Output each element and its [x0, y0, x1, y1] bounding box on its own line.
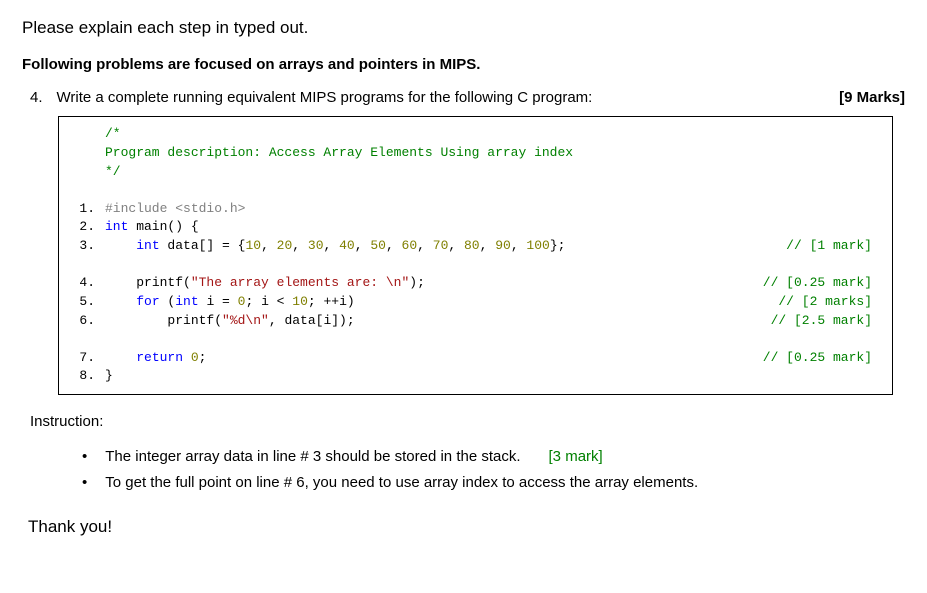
bullet-text: To get the full point on line # 6, you n…: [105, 470, 698, 496]
code-content: #include <stdio.h>: [105, 200, 882, 219]
bullet-dot-icon: •: [82, 470, 87, 496]
code-comment-open: /*: [105, 125, 121, 144]
code-line: 3. int data[] = {10, 20, 30, 40, 50, 60,…: [69, 237, 882, 256]
bullet-item: • To get the full point on line # 6, you …: [82, 470, 905, 496]
question-number: 4.: [30, 89, 43, 106]
bullet-mark: [3 mark]: [549, 444, 603, 470]
line-number: 6.: [69, 312, 95, 331]
line-number: 5.: [69, 293, 95, 312]
code-content: int data[] = {10, 20, 30, 40, 50, 60, 70…: [105, 237, 786, 256]
mark-comment: // [0.25 mark]: [763, 274, 882, 293]
code-content: int main() {: [105, 218, 882, 237]
question-marks: [9 Marks]: [839, 89, 905, 106]
mark-comment: // [2.5 mark]: [771, 312, 882, 331]
code-line: 2. int main() {: [69, 218, 882, 237]
code-comment-body: Program description: Access Array Elemen…: [105, 144, 573, 163]
line-number: 3.: [69, 237, 95, 256]
code-content: }: [105, 367, 882, 386]
code-box: /* Program description: Access Array Ele…: [58, 116, 893, 395]
instruction-label: Instruction:: [30, 413, 905, 430]
mark-comment: // [0.25 mark]: [763, 349, 882, 368]
code-line: 5. for (int i = 0; i < 10; ++i)// [2 mar…: [69, 293, 882, 312]
bullet-text: The integer array data in line # 3 shoul…: [105, 444, 520, 470]
line-number: 1.: [69, 200, 95, 219]
code-line: 7. return 0;// [0.25 mark]: [69, 349, 882, 368]
instruction-bullets: • The integer array data in line # 3 shou…: [82, 444, 905, 495]
question-text: Write a complete running equivalent MIPS…: [57, 89, 818, 106]
code-line: 4. printf("The array elements are: \n");…: [69, 274, 882, 293]
code-content: printf("The array elements are: \n");: [105, 274, 763, 293]
line-number: 8.: [69, 367, 95, 386]
code-content: printf("%d\n", data[i]);: [105, 312, 771, 331]
question-row: 4. Write a complete running equivalent M…: [30, 89, 905, 106]
intro-text: Please explain each step in typed out.: [22, 18, 905, 38]
code-content: for (int i = 0; i < 10; ++i): [105, 293, 778, 312]
section-heading: Following problems are focused on arrays…: [22, 56, 905, 73]
mark-comment: // [1 mark]: [786, 237, 882, 256]
code-content: return 0;: [105, 349, 763, 368]
line-number: 7.: [69, 349, 95, 368]
code-line: 6. printf("%d\n", data[i]);// [2.5 mark]: [69, 312, 882, 331]
code-comment-close: */: [105, 163, 121, 182]
thanks-text: Thank you!: [28, 517, 905, 537]
code-line: 1. #include <stdio.h>: [69, 200, 882, 219]
code-line: 8.}: [69, 367, 882, 386]
line-number: 2.: [69, 218, 95, 237]
mark-comment: // [2 marks]: [778, 293, 882, 312]
line-number: 4.: [69, 274, 95, 293]
bullet-item: • The integer array data in line # 3 shou…: [82, 444, 905, 470]
bullet-dot-icon: •: [82, 444, 87, 470]
